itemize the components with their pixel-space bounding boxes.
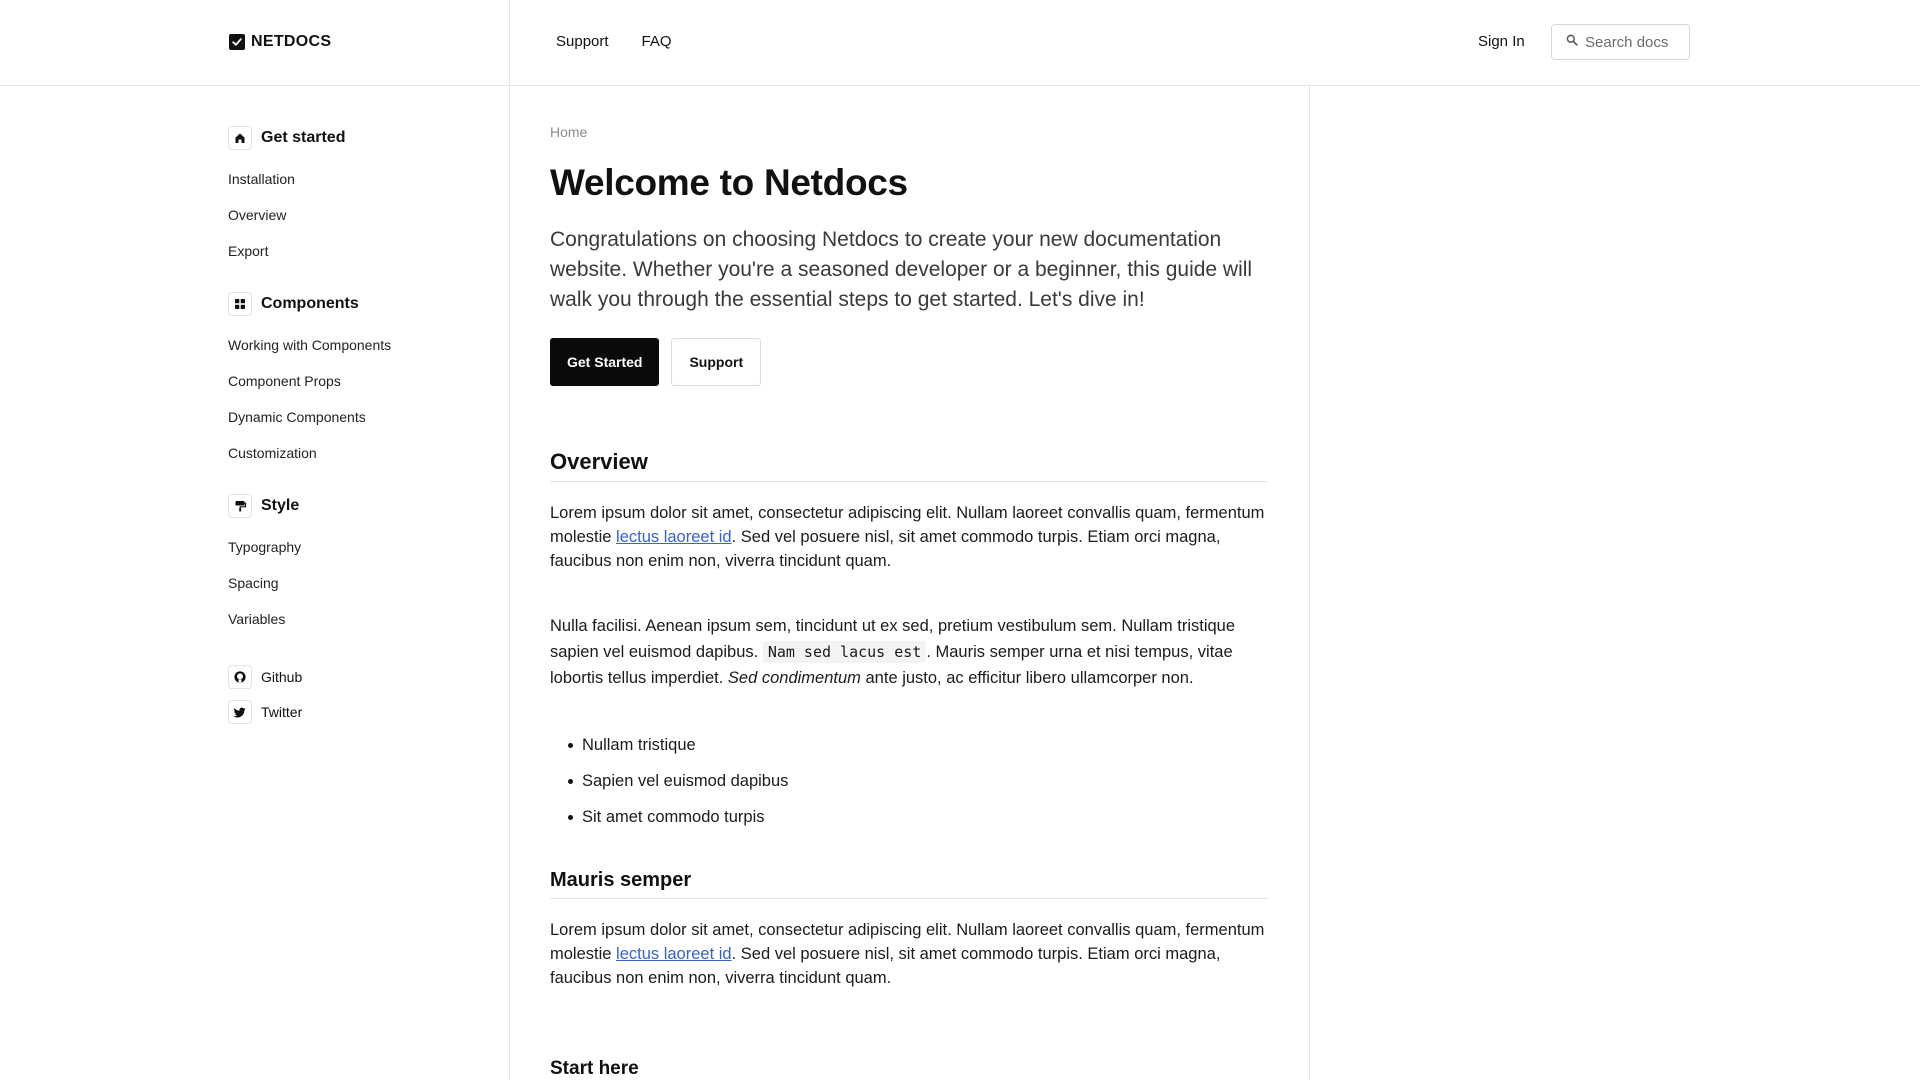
home-icon xyxy=(228,126,252,150)
sidebar-link[interactable]: Overview xyxy=(228,207,286,223)
search-box[interactable] xyxy=(1551,24,1690,60)
sidebar-heading-style[interactable]: Style xyxy=(228,494,488,518)
inline-code: Nam sed lacus est xyxy=(762,641,927,663)
page-title: Welcome to Netdocs xyxy=(550,162,908,203)
sidebar-list: Installation Overview Export xyxy=(228,161,488,269)
sidebar-link[interactable]: Spacing xyxy=(228,575,279,591)
hero-buttons: Get Started Support xyxy=(550,338,1268,386)
top-nav: Support FAQ xyxy=(556,33,672,50)
sign-in-link[interactable]: Sign In xyxy=(1478,33,1525,50)
sidebar-heading-label: Get started xyxy=(261,129,346,146)
sidebar-item-working-with-components: Working with Components xyxy=(228,327,488,363)
sidebar-link[interactable]: Typography xyxy=(228,539,301,555)
twitter-label: Twitter xyxy=(261,703,303,720)
logo-link[interactable]: NETDOCS xyxy=(229,33,331,51)
top-header: NETDOCS Support FAQ Sign In xyxy=(0,0,1920,86)
github-link[interactable]: Github xyxy=(228,659,488,694)
nav-support-link[interactable]: Support xyxy=(556,33,609,50)
sidebar-heading-label: Style xyxy=(261,497,300,514)
start-here-heading: Start here xyxy=(550,1058,639,1079)
checkbox-logo-icon xyxy=(229,34,245,50)
main-content: Home Welcome to Netdocs Congratulations … xyxy=(550,124,1268,1080)
sidebar-link[interactable]: Working with Components xyxy=(228,337,391,353)
mauris-semper-heading: Mauris semper xyxy=(550,869,1268,899)
sidebar-item-spacing: Spacing xyxy=(228,565,488,601)
lectus-laoreet-link[interactable]: lectus laoreet id xyxy=(616,945,732,963)
list-item-text: Nullam tristique xyxy=(582,735,696,754)
twitter-link[interactable]: Twitter xyxy=(228,694,488,729)
text-segment: ante justo, ac efficitur libero ullamcor… xyxy=(860,669,1194,687)
sidebar-item-variables: Variables xyxy=(228,601,488,637)
overview-paragraph-1: Lorem ipsum dolor sit amet, consectetur … xyxy=(550,501,1268,573)
lectus-laoreet-link[interactable]: lectus laoreet id xyxy=(616,528,732,546)
breadcrumb[interactable]: Home xyxy=(550,124,1268,140)
sidebar-link[interactable]: Installation xyxy=(228,171,295,187)
bullet-list: Nullam tristique Sapien vel euismod dapi… xyxy=(550,727,1268,835)
sidebar-item-overview: Overview xyxy=(228,197,488,233)
list-item-text: Sapien vel euismod dapibus xyxy=(582,771,789,790)
sidebar-link[interactable]: Variables xyxy=(228,611,285,627)
list-item: Sapien vel euismod dapibus xyxy=(550,763,1268,799)
sidebar-section-style: Style Typography Spacing Variables xyxy=(228,494,488,637)
list-item-text: Sit amet commodo turpis xyxy=(582,807,765,826)
lead-paragraph: Congratulations on choosing Netdocs to c… xyxy=(550,228,1253,311)
sidebar-section-get-started: Get started Installation Overview Export xyxy=(228,126,488,269)
list-item: Sit amet commodo turpis xyxy=(550,799,1268,835)
nav-faq-link[interactable]: FAQ xyxy=(642,33,672,50)
sidebar-list: Typography Spacing Variables xyxy=(228,529,488,637)
sidebar-heading-get-started[interactable]: Get started xyxy=(228,126,488,150)
paint-roller-icon xyxy=(228,494,252,518)
overview-heading: Overview xyxy=(550,449,1268,482)
sidebar-item-typography: Typography xyxy=(228,529,488,565)
sidebar-link[interactable]: Customization xyxy=(228,445,317,461)
sidebar-heading-label: Components xyxy=(261,295,359,312)
grid-icon xyxy=(228,292,252,316)
sidebar-link[interactable]: Component Props xyxy=(228,373,341,389)
list-item: Nullam tristique xyxy=(550,727,1268,763)
github-icon xyxy=(228,664,252,689)
sidebar-item-export: Export xyxy=(228,233,488,269)
emphasis-text: Sed condimentum xyxy=(727,669,861,687)
sidebar-section-components: Components Working with Components Compo… xyxy=(228,292,488,471)
github-label: Github xyxy=(261,668,303,685)
sidebar: Get started Installation Overview Export… xyxy=(228,126,488,729)
sidebar-list: Working with Components Component Props … xyxy=(228,327,488,471)
sidebar-link[interactable]: Dynamic Components xyxy=(228,409,366,425)
twitter-icon xyxy=(228,699,252,724)
content-divider xyxy=(1309,86,1310,1080)
search-icon xyxy=(1566,33,1578,51)
mauris-paragraph: Lorem ipsum dolor sit amet, consectetur … xyxy=(550,918,1268,990)
sidebar-link[interactable]: Export xyxy=(228,243,268,259)
overview-paragraph-2: Nulla facilisi. Aenean ipsum sem, tincid… xyxy=(550,613,1268,691)
sidebar-item-customization: Customization xyxy=(228,435,488,471)
sidebar-divider xyxy=(509,0,510,1080)
support-button[interactable]: Support xyxy=(671,338,762,386)
sidebar-heading-components[interactable]: Components xyxy=(228,292,488,316)
logo-text: NETDOCS xyxy=(251,33,332,50)
get-started-button[interactable]: Get Started xyxy=(550,338,660,386)
search-input[interactable] xyxy=(1585,33,1685,51)
sidebar-social-links: Github Twitter xyxy=(228,659,488,729)
sidebar-item-installation: Installation xyxy=(228,161,488,197)
sidebar-item-component-props: Component Props xyxy=(228,363,488,399)
sidebar-item-dynamic-components: Dynamic Components xyxy=(228,399,488,435)
